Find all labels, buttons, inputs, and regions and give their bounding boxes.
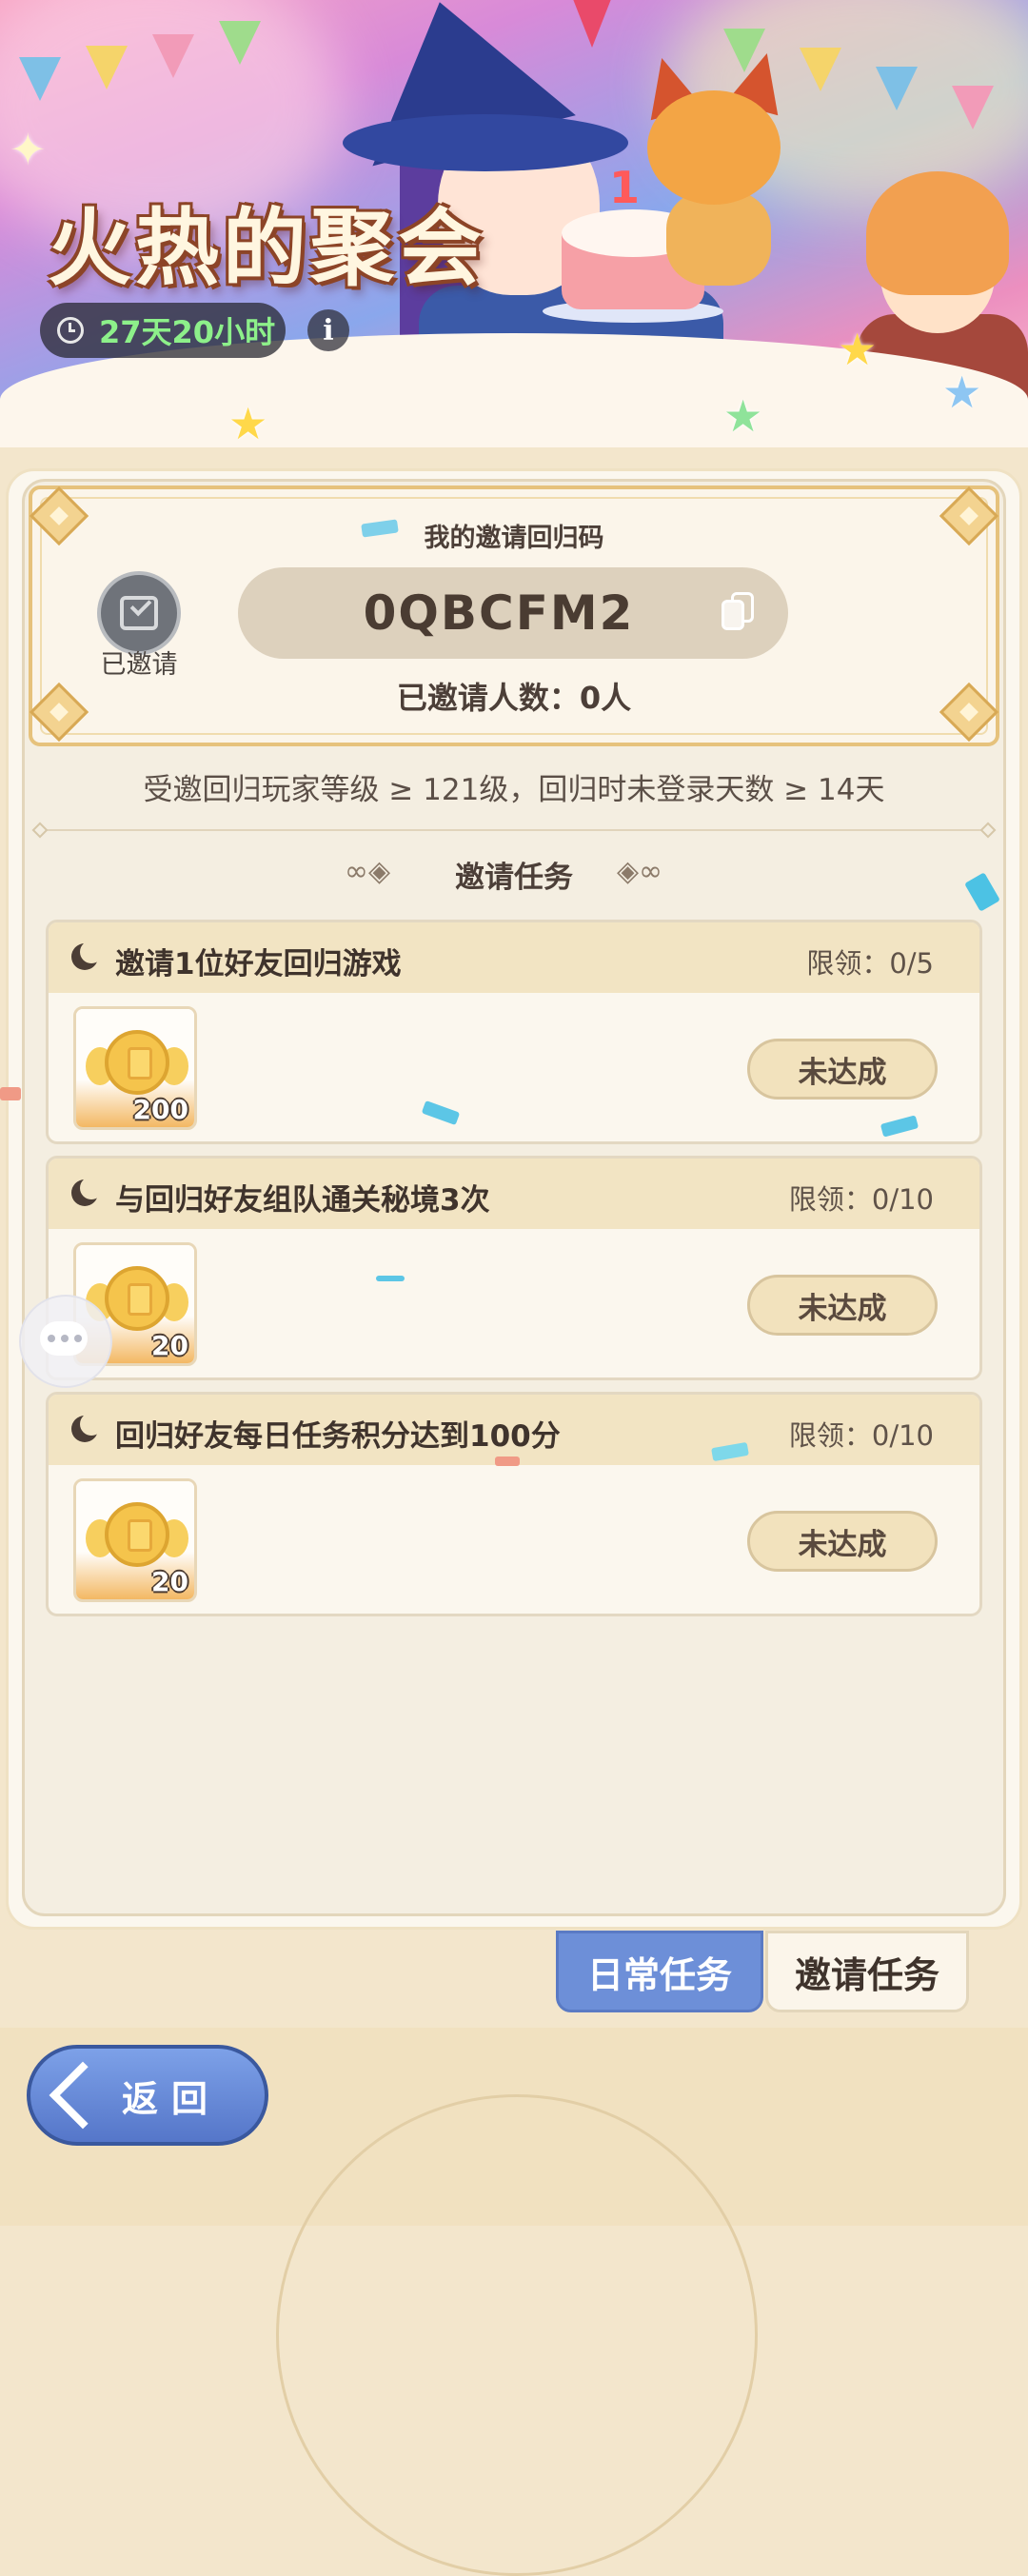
section-ornament-right: ◈∞ [617, 855, 663, 888]
info-button[interactable]: i [307, 309, 349, 351]
task-card: 回归好友每日任务积分达到100分 限领：0/10 20 未达成 [46, 1392, 982, 1616]
task-status-button[interactable]: 未达成 [747, 1039, 938, 1100]
reward-amount: 200 [132, 1094, 188, 1125]
footer-ornament [276, 2094, 758, 2576]
confetti [0, 1087, 21, 1100]
pennant-flag [152, 34, 194, 78]
star-icon: ★ [838, 324, 878, 375]
reward-item[interactable]: 20 [73, 1478, 197, 1602]
invited-icon[interactable] [97, 571, 181, 655]
coin-icon [105, 1030, 169, 1095]
coin-icon [105, 1502, 169, 1567]
reward-amount: 20 [151, 1330, 188, 1361]
boy-character [866, 171, 1009, 295]
event-title: 火热的聚会 [48, 199, 486, 297]
candle-icon: 1 [609, 162, 641, 213]
task-status-button[interactable]: 未达成 [747, 1275, 938, 1336]
star-icon: ★ [723, 390, 763, 442]
tab-daily-tasks[interactable]: 日常任务 [556, 1931, 763, 2012]
back-button[interactable]: 返回 [27, 2045, 268, 2146]
witch-hat [343, 114, 628, 171]
pennant-flag [219, 21, 261, 65]
task-name: 与回归好友组队通关秘境3次 [115, 1183, 490, 1218]
confetti [495, 1456, 520, 1466]
event-banner: 1 ★ ★ ★ ★ ✦ 火热的聚会 27天20小时 i [0, 0, 1028, 447]
fox-character [666, 190, 771, 286]
task-limit: 限领：0/10 [788, 1183, 934, 1216]
pennant-flag [952, 86, 994, 129]
back-label: 返回 [122, 2077, 222, 2120]
task-card: 与回归好友组队通关秘境3次 限领：0/10 20 未达成 [46, 1156, 982, 1380]
copy-icon[interactable] [722, 592, 754, 632]
task-card: 邀请1位好友回归游戏 限领：0/5 200 未达成 [46, 920, 982, 1144]
confetti [376, 1276, 405, 1281]
invite-code-box[interactable]: 0QBCFM2 [238, 567, 788, 659]
fox-character [647, 90, 781, 205]
star-icon: ★ [228, 398, 268, 447]
task-status-button[interactable]: 未达成 [747, 1511, 938, 1572]
moon-icon [71, 1177, 103, 1206]
section-title: 邀请任务 [455, 861, 573, 895]
invite-rule-text: 受邀回归玩家等级 ≥ 121级，回归时未登录天数 ≥ 14天 [143, 773, 885, 807]
star-icon: ★ [942, 367, 982, 418]
task-limit: 限领：0/5 [806, 947, 934, 980]
sparkle-icon: ✦ [10, 124, 47, 175]
countdown-text: 27天20小时 [99, 314, 276, 350]
clock-icon [57, 317, 84, 344]
pennant-flag [876, 67, 918, 110]
pennant-flag [571, 0, 613, 48]
moon-icon [71, 941, 103, 970]
section-divider [38, 829, 990, 831]
chat-float-button[interactable] [19, 1295, 112, 1388]
chat-dot [48, 1335, 55, 1342]
task-name: 回归好友每日任务积分达到100分 [115, 1419, 561, 1454]
invite-code-title: 我的邀请回归码 [424, 524, 604, 553]
invite-code-text: 0QBCFM2 [363, 585, 635, 641]
tab-invite-tasks[interactable]: 邀请任务 [765, 1931, 969, 2012]
moon-icon [71, 1413, 103, 1442]
reward-amount: 20 [151, 1566, 188, 1597]
pennant-flag [19, 57, 61, 101]
coin-icon [105, 1266, 169, 1331]
chat-dot [74, 1335, 82, 1342]
task-name: 邀请1位好友回归游戏 [115, 947, 402, 981]
back-arrow-icon [49, 2061, 117, 2130]
copy-icon-front [722, 600, 744, 630]
reward-item[interactable]: 200 [73, 1006, 197, 1130]
pennant-flag [800, 48, 841, 91]
task-limit: 限领：0/10 [788, 1419, 934, 1452]
pennant-flag [86, 46, 128, 89]
chat-dot [61, 1335, 69, 1342]
invite-count: 已邀请人数：0人 [396, 680, 632, 716]
countdown-timer: 27天20小时 [40, 303, 286, 358]
